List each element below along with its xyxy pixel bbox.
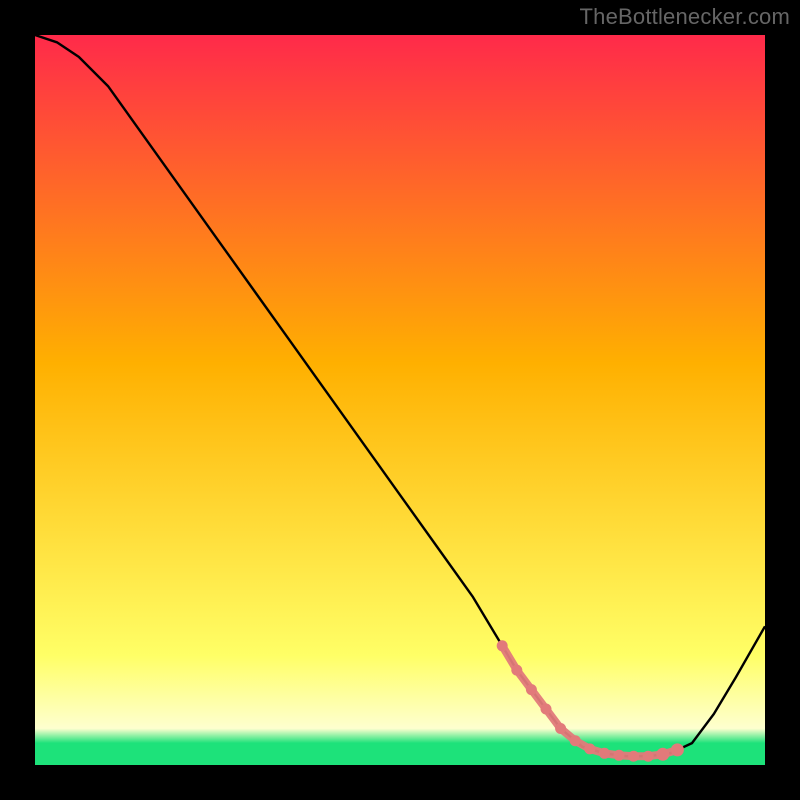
plot-area [35, 35, 765, 765]
chart-svg [35, 35, 765, 765]
chart-container: TheBottlenecker.com [0, 0, 800, 800]
watermark-text: TheBottlenecker.com [580, 4, 790, 30]
